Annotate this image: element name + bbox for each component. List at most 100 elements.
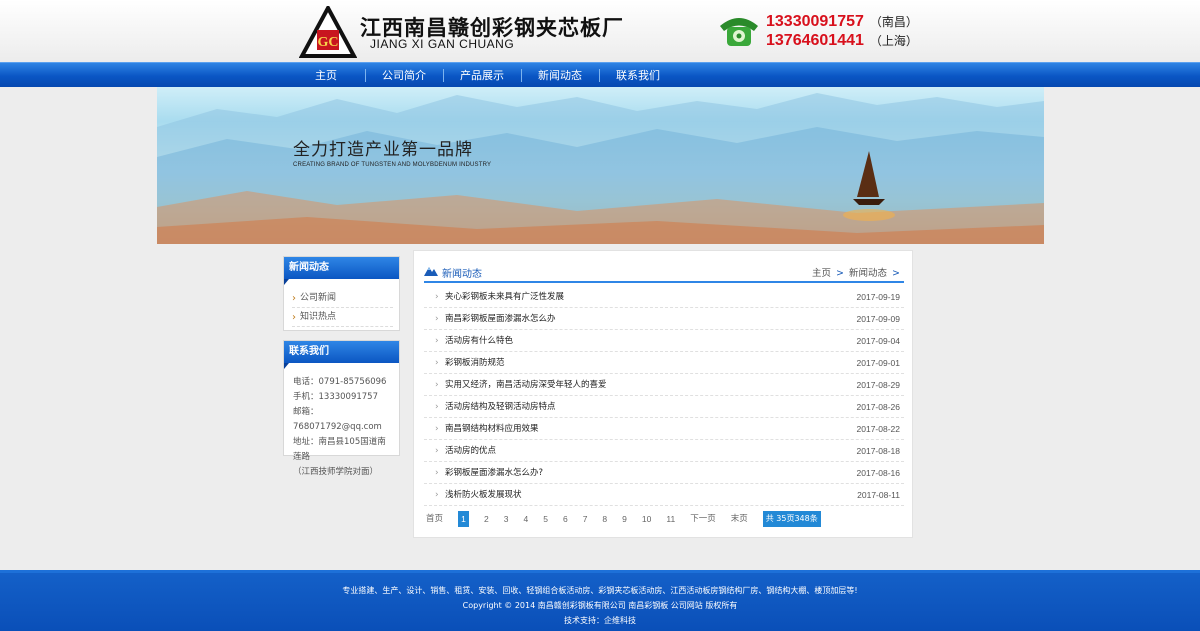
pager-page[interactable]: 3 xyxy=(504,511,509,527)
news-row[interactable]: › 实用又经济，南昌活动房深受年轻人的喜爱 2017-08-29 xyxy=(424,374,904,396)
sidebar-news-box: 新闻动态 公司新闻 知识热点 xyxy=(283,256,400,331)
phone-number: 13764601441 xyxy=(766,32,864,49)
nav-items: 主页 公司简介 产品展示 新闻动态 联系我们 xyxy=(287,63,677,88)
bullet-icon: › xyxy=(435,314,439,324)
sidebar-contact-title: 联系我们 xyxy=(284,341,399,369)
nav-item-home[interactable]: 主页 xyxy=(287,63,365,88)
news-title[interactable]: 南昌钢结构材料应用效果 xyxy=(445,418,539,440)
pager-page[interactable]: 2 xyxy=(484,511,489,527)
bullet-icon: › xyxy=(435,380,439,390)
news-panel: 新闻动态 主页 > 新闻动态 > › 夹心彩钢板未来具有广泛性发展 2017-09-… xyxy=(413,250,913,538)
news-title[interactable]: 夹心彩钢板未来具有广泛性发展 xyxy=(445,286,564,308)
news-row[interactable]: › 南昌钢结构材料应用效果 2017-08-22 xyxy=(424,418,904,440)
news-row[interactable]: › 南昌彩钢板屋面渗漏水怎么办 2017-09-09 xyxy=(424,308,904,330)
pager-page[interactable]: 11 xyxy=(666,511,675,527)
news-panel-header: 新闻动态 主页 > 新闻动态 > xyxy=(424,263,904,283)
footer-copyright: Copyright © 2014 南昌赣创彩钢板有限公司 南昌彩钢板 公司网站 … xyxy=(462,601,738,610)
pager-first[interactable]: 首页 xyxy=(426,511,443,527)
phone-number: 13330091757 xyxy=(766,13,864,30)
news-title[interactable]: 彩钢板屋面渗漏水怎么办? xyxy=(445,462,543,484)
news-title[interactable]: 浅析防火板发展现状 xyxy=(445,484,522,506)
phone-nanchang: 13330091757 （南昌） xyxy=(766,13,918,31)
news-row[interactable]: › 彩钢板屋面渗漏水怎么办? 2017-08-16 xyxy=(424,462,904,484)
pager-last[interactable]: 末页 xyxy=(731,511,748,527)
pager-page[interactable]: 10 xyxy=(642,511,651,527)
bullet-icon: › xyxy=(435,446,439,456)
pager-page[interactable]: 7 xyxy=(583,511,588,527)
news-title[interactable]: 活动房有什么特色 xyxy=(445,330,513,352)
nav-item-news[interactable]: 新闻动态 xyxy=(521,63,599,88)
news-row[interactable]: › 浅析防火板发展现状 2017-08-11 xyxy=(424,484,904,506)
sidebar-news-title: 新闻动态 xyxy=(284,257,399,285)
pager-page[interactable]: 8 xyxy=(602,511,607,527)
telephone-icon xyxy=(720,18,758,46)
nav-item-contact[interactable]: 联系我们 xyxy=(599,63,677,88)
nav-item-products[interactable]: 产品展示 xyxy=(443,63,521,88)
pager-page[interactable]: 9 xyxy=(622,511,627,527)
breadcrumb-current[interactable]: 新闻动态 xyxy=(849,268,887,279)
pager-page[interactable]: 4 xyxy=(523,511,528,527)
contact-mobile: 手机：13330091757 xyxy=(293,392,378,402)
company-name-en: JIANG XI GAN CHUANG xyxy=(370,37,515,51)
news-date: 2017-08-11 xyxy=(857,490,900,500)
bullet-icon: › xyxy=(435,336,439,346)
site-footer: 专业搭建、生产、设计、销售、租赁、安装、回收、轻钢组合板活动房、彩钢夹芯板活动房… xyxy=(0,570,1200,631)
news-title[interactable]: 活动房的优点 xyxy=(445,440,496,462)
news-date: 2017-09-19 xyxy=(856,292,900,302)
pager-next[interactable]: 下一页 xyxy=(690,511,716,527)
phone-city: （南昌） xyxy=(869,15,918,29)
pagination: 首页 1 2 3 4 5 6 7 8 9 10 11 下一页 末页 共 35页3… xyxy=(426,511,821,527)
news-row[interactable]: › 活动房的优点 2017-08-18 xyxy=(424,440,904,462)
mountain-icon xyxy=(424,267,438,276)
breadcrumb-separator: > xyxy=(892,268,900,279)
svg-text:GC: GC xyxy=(318,35,339,50)
sidebar-item-hot-topics[interactable]: 知识热点 xyxy=(292,308,393,327)
contact-phone: 电话：0791-85756096 xyxy=(293,377,387,387)
banner-title: 全力打造产业第一品牌 xyxy=(293,140,473,160)
phone-city: （上海） xyxy=(869,34,918,48)
footer-services: 专业搭建、生产、设计、销售、租赁、安装、回收、轻钢组合板活动房、彩钢夹芯板活动房… xyxy=(342,586,858,595)
pager-page[interactable]: 6 xyxy=(563,511,568,527)
news-title[interactable]: 活动房结构及轻钢活动房特点 xyxy=(445,396,556,418)
hero-banner: 全力打造产业第一品牌 CREATING BRAND OF TUNGSTEN AN… xyxy=(157,87,1044,244)
bullet-icon: › xyxy=(435,292,439,302)
news-date: 2017-09-09 xyxy=(856,314,900,324)
breadcrumb-separator: > xyxy=(835,268,844,279)
news-date: 2017-08-16 xyxy=(856,468,900,478)
pager-total: 共 35页348条 xyxy=(762,511,821,527)
contact-address: 地址：南昌县105国道南莲路 xyxy=(293,437,386,462)
contact-email: 邮箱：768071792@qq.com xyxy=(293,407,382,432)
news-date: 2017-09-01 xyxy=(856,358,900,368)
news-date: 2017-09-04 xyxy=(856,336,900,346)
news-title[interactable]: 彩钢板消防规范 xyxy=(445,352,505,374)
sidebar-news-list: 公司新闻 知识热点 xyxy=(284,279,399,327)
nav-item-about[interactable]: 公司简介 xyxy=(365,63,443,88)
news-row[interactable]: › 活动房有什么特色 2017-09-04 xyxy=(424,330,904,352)
bullet-icon: › xyxy=(435,468,439,478)
news-row[interactable]: › 夹心彩钢板未来具有广泛性发展 2017-09-19 xyxy=(424,286,904,308)
breadcrumb-home[interactable]: 主页 xyxy=(812,268,831,279)
news-date: 2017-08-22 xyxy=(856,424,900,434)
news-title[interactable]: 实用又经济，南昌活动房深受年轻人的喜爱 xyxy=(445,374,607,396)
pager-page[interactable]: 5 xyxy=(543,511,548,527)
contact-address-note: （江西技师学院对面） xyxy=(293,467,379,477)
sidebar-item-company-news[interactable]: 公司新闻 xyxy=(292,289,393,308)
sidebar-contact-box: 联系我们 电话：0791-85756096 手机：13330091757 邮箱：… xyxy=(283,340,400,477)
news-list: › 夹心彩钢板未来具有广泛性发展 2017-09-19 › 南昌彩钢板屋面渗漏水怎么办… xyxy=(424,286,904,506)
news-row[interactable]: › 彩钢板消防规范 2017-09-01 xyxy=(424,352,904,374)
news-row[interactable]: › 活动房结构及轻钢活动房特点 2017-08-26 xyxy=(424,396,904,418)
company-logo-icon[interactable]: GC xyxy=(299,6,357,58)
news-date: 2017-08-26 xyxy=(856,402,900,412)
bullet-icon: › xyxy=(435,424,439,434)
news-title[interactable]: 南昌彩钢板屋面渗漏水怎么办 xyxy=(445,308,556,330)
footer-tech-support: 技术支持：企维科技 xyxy=(564,616,636,625)
news-date: 2017-08-18 xyxy=(856,446,900,456)
banner-landscape xyxy=(157,93,1044,244)
pager-page-current[interactable]: 1 xyxy=(458,511,470,527)
news-date: 2017-08-29 xyxy=(856,380,900,390)
phone-shanghai: 13764601441 （上海） xyxy=(766,32,918,50)
contact-info: 电话：0791-85756096 手机：13330091757 邮箱：76807… xyxy=(284,363,399,480)
news-panel-title: 新闻动态 xyxy=(442,269,482,280)
bullet-icon: › xyxy=(435,358,439,368)
bullet-icon: › xyxy=(435,490,439,500)
